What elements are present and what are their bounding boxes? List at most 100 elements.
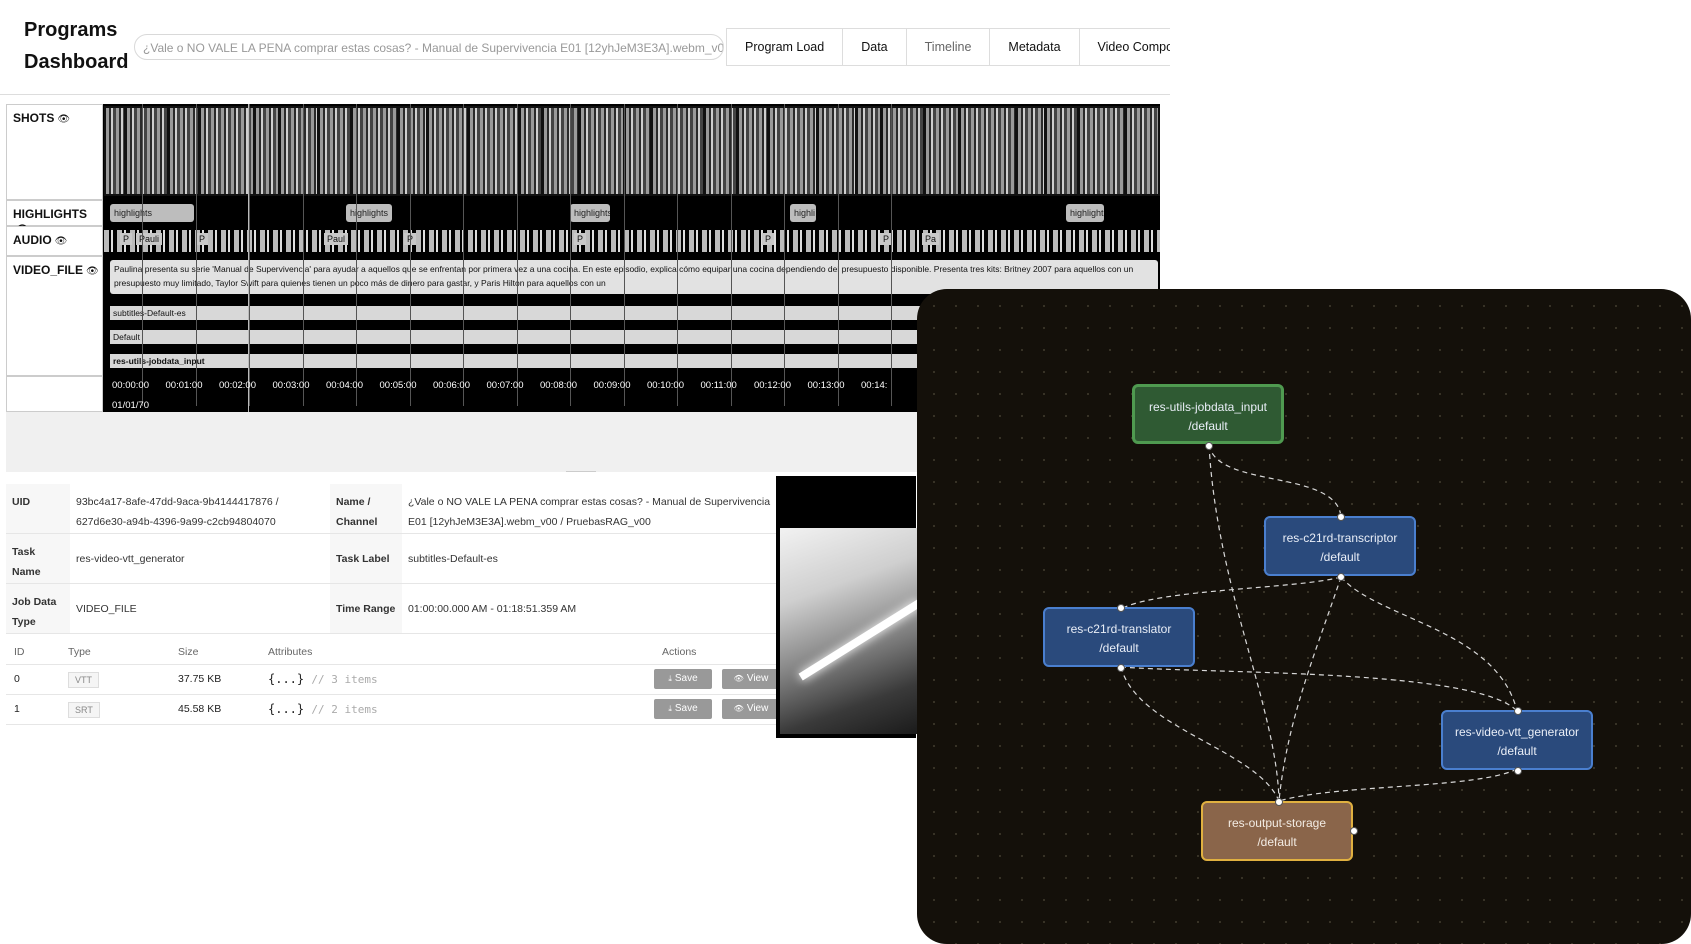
- view-button[interactable]: 👁 View: [722, 669, 780, 689]
- shot-thumbnail[interactable]: [544, 108, 578, 194]
- audio-clip[interactable]: P: [196, 233, 209, 245]
- table-row: 0 VTT 37.75 KB {...} // 3 items ⤓ Save 👁 V…: [6, 664, 788, 695]
- minute-gridline: [249, 104, 250, 406]
- program-search-input[interactable]: ¿Vale o NO VALE LA PENA comprar estas co…: [134, 34, 724, 60]
- save-button[interactable]: ⤓ Save: [654, 669, 712, 689]
- shot-thumbnail[interactable]: [400, 108, 426, 194]
- shot-thumbnail[interactable]: [470, 108, 518, 194]
- save-button[interactable]: ⤓ Save: [654, 699, 712, 719]
- highlight-clip[interactable]: highlight: [1066, 204, 1104, 222]
- shot-thumbnail[interactable]: [653, 108, 703, 194]
- node-port[interactable]: [1350, 827, 1358, 835]
- shot-thumbnail[interactable]: [1127, 108, 1158, 194]
- view-button[interactable]: 👁 View: [722, 699, 780, 719]
- name-channel-label: Name / Channel: [330, 484, 402, 534]
- shot-thumbnail[interactable]: [429, 108, 467, 194]
- minute-gridline: [730, 104, 732, 406]
- type-badge: VTT: [68, 672, 99, 688]
- time-tick-label: 00:14:: [861, 380, 888, 391]
- audio-clip[interactable]: P: [574, 233, 587, 245]
- tab-video-composition[interactable]: Video Composit: [1080, 29, 1170, 65]
- task-label-label: Task Label: [330, 534, 402, 584]
- shot-thumbnail[interactable]: [770, 108, 816, 194]
- shot-thumbnail[interactable]: [581, 108, 623, 194]
- row-attributes[interactable]: {...} // 2 items: [268, 694, 378, 725]
- node-port[interactable]: [1117, 664, 1125, 672]
- audio-track[interactable]: [104, 230, 1160, 252]
- node-translator[interactable]: res-c21rd-translator/default: [1043, 607, 1195, 667]
- download-icon: ⤓: [668, 674, 672, 683]
- node-port[interactable]: [1514, 767, 1522, 775]
- edge-translator-vtt: [1120, 666, 1518, 712]
- highlight-clip[interactable]: highlights: [570, 204, 610, 222]
- playhead[interactable]: [248, 104, 249, 412]
- highlight-clip[interactable]: highlights: [110, 204, 194, 222]
- resize-handle[interactable]: [566, 471, 596, 472]
- time-range-label: Time Range: [330, 584, 402, 634]
- shot-thumbnail[interactable]: [201, 108, 253, 194]
- col-actions: Actions: [662, 646, 697, 658]
- shot-thumbnail[interactable]: [521, 108, 541, 194]
- shot-thumbnail[interactable]: [926, 108, 958, 194]
- video-frame[interactable]: [780, 528, 920, 734]
- shot-thumbnail[interactable]: [961, 108, 1015, 194]
- tab-data[interactable]: Data: [843, 29, 907, 65]
- minute-gridline: [463, 104, 464, 406]
- shot-thumbnail[interactable]: [739, 108, 767, 194]
- node-port[interactable]: [1205, 442, 1213, 450]
- minute-gridline: [142, 104, 143, 406]
- task-label-value: subtitles-Default-es: [402, 534, 788, 584]
- node-jobdata-input[interactable]: res-utils-jobdata_input/default: [1132, 384, 1284, 444]
- node-output-storage[interactable]: res-output-storage/default: [1201, 801, 1353, 861]
- time-tick-label: 00:13:00: [807, 380, 845, 391]
- audio-clip[interactable]: P: [762, 233, 775, 245]
- edge-input-transcriptor: [1208, 444, 1342, 518]
- node-port[interactable]: [1337, 513, 1345, 521]
- shot-thumbnail[interactable]: [1047, 108, 1077, 194]
- shot-thumbnail[interactable]: [281, 108, 317, 194]
- highlight-clip[interactable]: highli: [790, 204, 816, 222]
- shot-thumbnail[interactable]: [256, 108, 278, 194]
- audio-clip[interactable]: Pa: [922, 233, 940, 245]
- node-vtt-generator[interactable]: res-video-vtt_generator/default: [1441, 710, 1593, 770]
- shot-thumbnail[interactable]: [858, 108, 880, 194]
- shots-track[interactable]: [104, 106, 1160, 196]
- audio-clip[interactable]: Pauli: [136, 233, 163, 245]
- shot-thumbnail[interactable]: [706, 108, 736, 194]
- row-id: 1: [14, 703, 20, 715]
- shot-thumbnail[interactable]: [127, 108, 167, 194]
- node-port[interactable]: [1514, 707, 1522, 715]
- eye-icon: 👁: [733, 674, 744, 683]
- audio-clip[interactable]: P: [120, 233, 133, 245]
- shot-thumbnail[interactable]: [883, 108, 923, 194]
- time-tick-label: 00:05:00: [379, 380, 417, 391]
- node-port[interactable]: [1275, 798, 1283, 806]
- eye-icon[interactable]: 👁: [86, 266, 99, 277]
- shot-thumbnail[interactable]: [353, 108, 397, 194]
- tab-program-load[interactable]: Program Load: [727, 29, 844, 65]
- node-port[interactable]: [1337, 573, 1345, 581]
- shot-thumbnail[interactable]: [1018, 108, 1044, 194]
- time-tick-label: 00:11:00: [700, 380, 737, 391]
- track-label-video-file: VIDEO_FILE 👁: [6, 256, 103, 376]
- name-channel-value: ¿Vale o NO VALE LA PENA comprar estas co…: [402, 484, 788, 534]
- tab-timeline[interactable]: Timeline: [907, 29, 991, 65]
- shot-thumbnail[interactable]: [626, 108, 650, 194]
- job-data-type-value: VIDEO_FILE: [70, 584, 330, 634]
- node-port[interactable]: [1117, 604, 1125, 612]
- shot-thumbnail[interactable]: [1080, 108, 1124, 194]
- download-icon: ⤓: [668, 704, 672, 713]
- highlight-clip[interactable]: highlights: [346, 204, 392, 222]
- eye-icon[interactable]: 👁: [57, 114, 70, 125]
- row-attributes[interactable]: {...} // 3 items: [268, 664, 378, 695]
- minute-gridline: [570, 104, 571, 406]
- audio-clip[interactable]: Paul: [324, 233, 349, 245]
- tab-metadata[interactable]: Metadata: [990, 29, 1080, 65]
- node-transcriptor[interactable]: res-c21rd-transcriptor/default: [1264, 516, 1416, 576]
- shot-thumbnail[interactable]: [106, 108, 124, 194]
- job-data-type-label: Job Data Type: [6, 584, 70, 634]
- shot-thumbnail[interactable]: [320, 108, 350, 194]
- shot-thumbnail[interactable]: [170, 108, 198, 194]
- minute-gridline: [409, 104, 411, 406]
- eye-icon[interactable]: 👁: [55, 236, 68, 247]
